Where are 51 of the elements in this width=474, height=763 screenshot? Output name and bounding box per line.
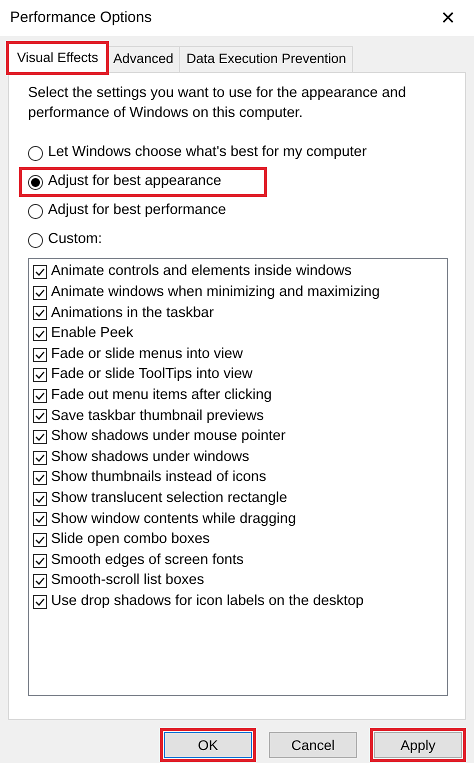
checkbox[interactable] [33,286,47,300]
effect-checkbox-row[interactable]: Fade or slide ToolTips into view [33,364,252,386]
dialog-button[interactable]: Apply [374,732,462,758]
close-button[interactable]: ✕ [436,6,460,30]
effect-checkbox-row[interactable]: Use drop shadows for icon labels on the desktop [33,592,364,612]
effect-checkbox-row[interactable]: Animate controls and elements inside windows [33,262,352,283]
radio-option[interactable]: Adjust for best performance [22,199,234,223]
checkbox[interactable] [33,533,47,548]
effect-checkbox-row[interactable]: Animate windows when minimizing and maximizing [33,282,380,304]
description-text: Select the settings you want to use for the appearance and performance of Windows on this computer. [28,84,408,123]
radio-button[interactable] [28,146,43,160]
checkbox[interactable] [33,368,47,382]
radio-button[interactable] [28,204,43,218]
checkbox[interactable] [33,327,47,342]
tab[interactable]: Visual Effects [8,43,108,73]
effect-checkbox-row[interactable]: Show thumbnails instead of icons [33,468,266,489]
radio-button[interactable] [28,232,43,248]
effect-checkbox-row[interactable]: Fade out menu items after clicking [33,386,272,406]
checkbox[interactable] [33,430,47,444]
tab[interactable]: Data Execution Prevention [180,46,354,72]
checkbox[interactable] [33,388,47,403]
effect-checkbox-row[interactable]: Slide open combo boxes [33,530,210,550]
checkbox[interactable] [33,574,47,588]
checkbox[interactable] [33,471,47,486]
effect-checkbox-row[interactable]: Show shadows under mouse pointer [33,426,286,448]
checkbox[interactable] [33,265,47,280]
checkbox[interactable] [33,554,47,568]
checkbox[interactable] [33,450,47,465]
effect-checkbox-row[interactable]: Show window contents while dragging [33,509,296,530]
checkbox[interactable] [33,492,47,506]
effect-checkbox-row[interactable]: Enable Peek [33,324,134,344]
effect-checkbox-row[interactable]: Fade or slide menus into view [33,344,243,365]
dialog-button[interactable]: Cancel [269,732,357,758]
checkbox[interactable] [33,306,47,320]
checkbox[interactable] [33,409,47,424]
effect-checkbox-row[interactable]: Smooth-scroll list boxes [33,570,204,592]
checkbox[interactable] [33,348,47,362]
effect-checkbox-row[interactable]: Smooth edges of screen fonts [33,550,244,571]
effect-checkbox-row[interactable]: Show translucent selection rectangle [33,488,288,510]
effect-checkbox-row[interactable]: Save taskbar thumbnail previews [33,406,264,427]
radio-option[interactable]: Custom: [22,228,110,252]
radio-button[interactable] [28,174,43,190]
window-title: Performance Options [10,8,152,28]
radio-option[interactable]: Let Windows choose what's best for my computer [22,141,375,165]
dialog-button[interactable]: OK [164,732,252,758]
radio-option[interactable]: Adjust for best appearance [22,170,264,194]
tab[interactable]: Advanced [107,46,180,72]
checkbox[interactable] [33,594,47,609]
effect-checkbox-row[interactable]: Show shadows under windows [33,447,250,468]
checkbox[interactable] [33,512,47,526]
effect-checkbox-row[interactable]: Animations in the taskbar [33,303,214,324]
